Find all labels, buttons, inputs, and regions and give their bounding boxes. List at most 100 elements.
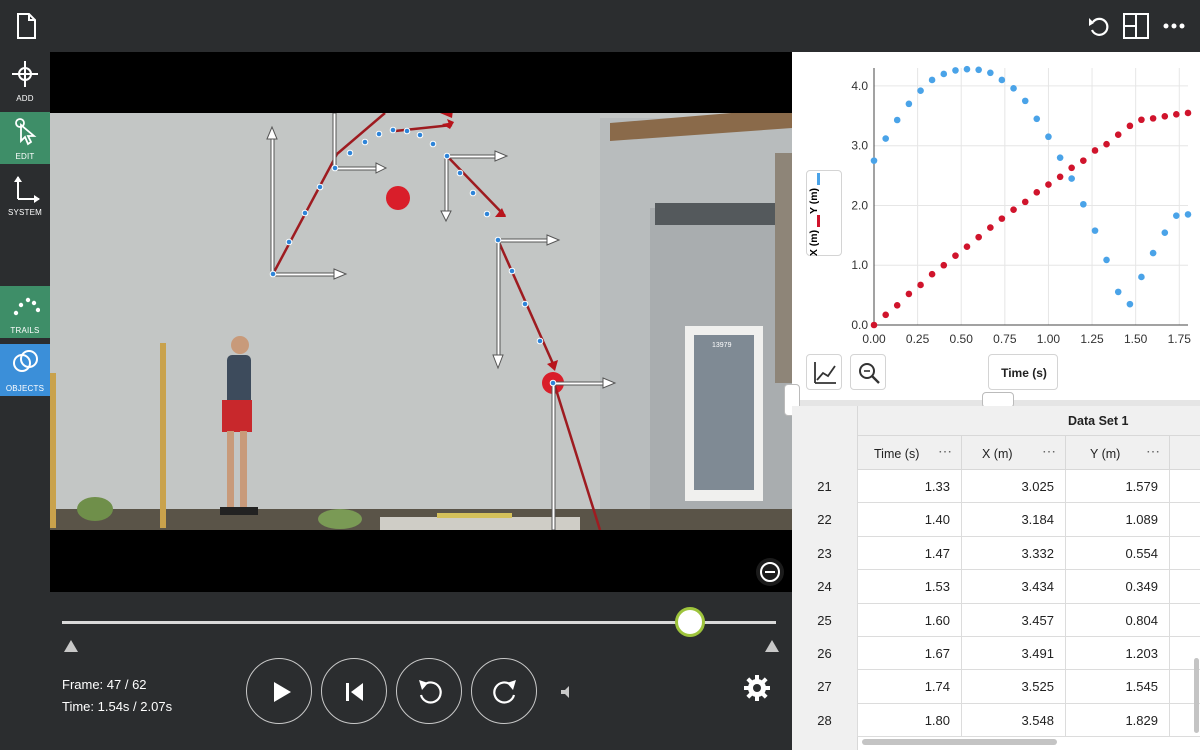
table-row[interactable]: 25 1.60 3.457 0.804 bbox=[792, 603, 1200, 637]
x-data-point bbox=[1149, 115, 1157, 122]
cell-time[interactable]: 1.53 bbox=[858, 570, 962, 604]
step-back-button[interactable] bbox=[396, 658, 462, 724]
column-header-time[interactable]: Time (s) ⋯ bbox=[858, 436, 962, 470]
row-index: 24 bbox=[792, 570, 858, 604]
play-button[interactable] bbox=[246, 658, 312, 724]
frame-info: Frame: 47 / 62 Time: 1.54s / 2.07s bbox=[62, 674, 172, 718]
horizontal-scrollbar[interactable] bbox=[862, 739, 1057, 745]
tool-objects[interactable]: OBJECTS bbox=[0, 344, 50, 396]
graph-fit-button[interactable] bbox=[806, 354, 842, 390]
cell-y[interactable]: 0.804 bbox=[1066, 603, 1170, 637]
table-row[interactable]: 22 1.40 3.184 1.089 bbox=[792, 503, 1200, 537]
x-data-point bbox=[963, 243, 971, 251]
x-data-point bbox=[1091, 147, 1099, 154]
line-fit-icon bbox=[814, 362, 836, 384]
video-viewport[interactable]: 13979 bbox=[50, 52, 792, 592]
legend-x: X (m) bbox=[808, 215, 827, 257]
cell-time[interactable]: 1.80 bbox=[858, 703, 962, 738]
column-x-menu-icon[interactable]: ⋯ bbox=[1042, 443, 1056, 460]
volume-icon[interactable] bbox=[558, 684, 574, 700]
y-data-point bbox=[1091, 227, 1099, 234]
x-data-point bbox=[928, 270, 936, 278]
cell-y[interactable]: 1.829 bbox=[1066, 703, 1170, 738]
x-data-point bbox=[975, 233, 982, 241]
position-time-graph[interactable]: 0.00 0.25 0.50 0.75 1.00 1.25 1.50 1.75 0.0 1.0 2.… bbox=[792, 52, 1200, 352]
cell-x[interactable]: 3.525 bbox=[962, 670, 1066, 704]
x-data-point bbox=[1056, 173, 1064, 181]
column-header-x[interactable]: X (m) ⋯ bbox=[962, 436, 1066, 470]
table-row[interactable]: 24 1.53 3.434 0.349 bbox=[792, 570, 1200, 604]
cell-x[interactable]: 3.332 bbox=[962, 536, 1066, 571]
undo-icon[interactable] bbox=[1083, 10, 1115, 42]
y-tick-label: 3.0 bbox=[851, 139, 868, 153]
graph-zoom-button[interactable] bbox=[850, 354, 886, 390]
timeline-track[interactable] bbox=[62, 621, 776, 624]
graph-legend[interactable]: Y (m) X (m) bbox=[806, 170, 842, 256]
skip-back-icon bbox=[346, 683, 363, 701]
red-ball-object[interactable] bbox=[386, 186, 410, 210]
y-tick-label: 1.0 bbox=[851, 258, 868, 272]
tool-add[interactable]: ADD bbox=[0, 56, 50, 106]
cell-x[interactable]: 3.491 bbox=[962, 637, 1066, 671]
document-icon[interactable] bbox=[10, 10, 42, 42]
start-marker-icon[interactable] bbox=[64, 640, 78, 652]
cell-x[interactable]: 3.025 bbox=[962, 470, 1066, 504]
table-row[interactable]: 23 1.47 3.332 0.554 bbox=[792, 536, 1200, 571]
table-row[interactable]: 28 1.80 3.548 1.829 bbox=[792, 703, 1200, 738]
y-data-point bbox=[1173, 212, 1180, 219]
end-marker-icon[interactable] bbox=[765, 640, 779, 652]
table-row[interactable]: 26 1.67 3.491 1.203 bbox=[792, 637, 1200, 671]
zoom-out-button[interactable] bbox=[756, 558, 784, 586]
table-row[interactable]: 27 1.74 3.525 1.545 bbox=[792, 670, 1200, 704]
legend-x-label: X (m) bbox=[808, 229, 821, 257]
cell-y[interactable]: 0.349 bbox=[1066, 570, 1170, 604]
row-index: 22 bbox=[792, 503, 858, 537]
cell-time[interactable]: 1.47 bbox=[858, 536, 962, 571]
cell-x[interactable]: 3.457 bbox=[962, 603, 1066, 637]
column-time-menu-icon[interactable]: ⋯ bbox=[938, 443, 952, 460]
cell-time[interactable]: 1.60 bbox=[858, 603, 962, 637]
y-data-point bbox=[998, 76, 1006, 84]
cell-y[interactable]: 1.545 bbox=[1066, 670, 1170, 704]
graph-area: 0.00 0.25 0.50 0.75 1.00 1.25 1.50 1.75 0.0 1.0 2.… bbox=[792, 52, 1200, 400]
timeline-handle[interactable] bbox=[675, 607, 706, 637]
x-tick-label: 1.00 bbox=[1037, 332, 1061, 346]
column-y-menu-icon[interactable]: ⋯ bbox=[1146, 443, 1160, 460]
tool-trails[interactable]: TRAILS bbox=[0, 286, 50, 338]
x-tick-label: 0.25 bbox=[906, 332, 930, 346]
x-data-point bbox=[1161, 113, 1169, 120]
settings-gear-icon[interactable] bbox=[742, 673, 772, 703]
tool-add-label: ADD bbox=[16, 94, 34, 103]
y-data-point bbox=[905, 100, 913, 108]
layout-icon[interactable] bbox=[1120, 10, 1152, 42]
x-tick-label: 1.25 bbox=[1080, 332, 1104, 346]
cell-y[interactable]: 1.203 bbox=[1066, 637, 1170, 671]
x-axis-selector[interactable]: Time (s) bbox=[988, 354, 1058, 390]
cell-y[interactable]: 0.554 bbox=[1066, 536, 1170, 571]
x-data-point bbox=[1068, 164, 1075, 172]
x-tick-label: 1.50 bbox=[1124, 332, 1148, 346]
more-icon[interactable] bbox=[1158, 10, 1190, 42]
cell-x[interactable]: 3.548 bbox=[962, 703, 1066, 738]
tool-edit[interactable]: EDIT bbox=[0, 112, 50, 164]
cell-time[interactable]: 1.40 bbox=[858, 503, 962, 537]
column-x-label: X (m) bbox=[982, 447, 1013, 461]
cell-y[interactable]: 1.579 bbox=[1066, 470, 1170, 504]
cell-time[interactable]: 1.74 bbox=[858, 670, 962, 704]
column-header-y[interactable]: Y (m) ⋯ bbox=[1066, 436, 1170, 470]
x-data-point bbox=[1126, 122, 1134, 130]
tool-system[interactable]: SYSTEM bbox=[0, 170, 50, 220]
cell-x[interactable]: 3.184 bbox=[962, 503, 1066, 537]
vertical-scrollbar[interactable] bbox=[1194, 658, 1199, 733]
cell-time[interactable]: 1.67 bbox=[858, 637, 962, 671]
legend-y-label: Y (m) bbox=[808, 187, 821, 215]
cell-y[interactable]: 1.089 bbox=[1066, 503, 1170, 537]
table-row[interactable]: 21 1.33 3.025 1.579 bbox=[792, 470, 1200, 504]
step-forward-button[interactable] bbox=[471, 658, 537, 724]
x-data-point bbox=[1184, 109, 1192, 117]
table-body: 21 1.33 3.025 1.579 22 1.40 3.184 1.089 23 1.47 3.… bbox=[792, 470, 1200, 740]
cell-x[interactable]: 3.434 bbox=[962, 570, 1066, 604]
cell-time[interactable]: 1.33 bbox=[858, 470, 962, 504]
x-data-point bbox=[905, 290, 913, 298]
rewind-to-start-button[interactable] bbox=[321, 658, 387, 724]
